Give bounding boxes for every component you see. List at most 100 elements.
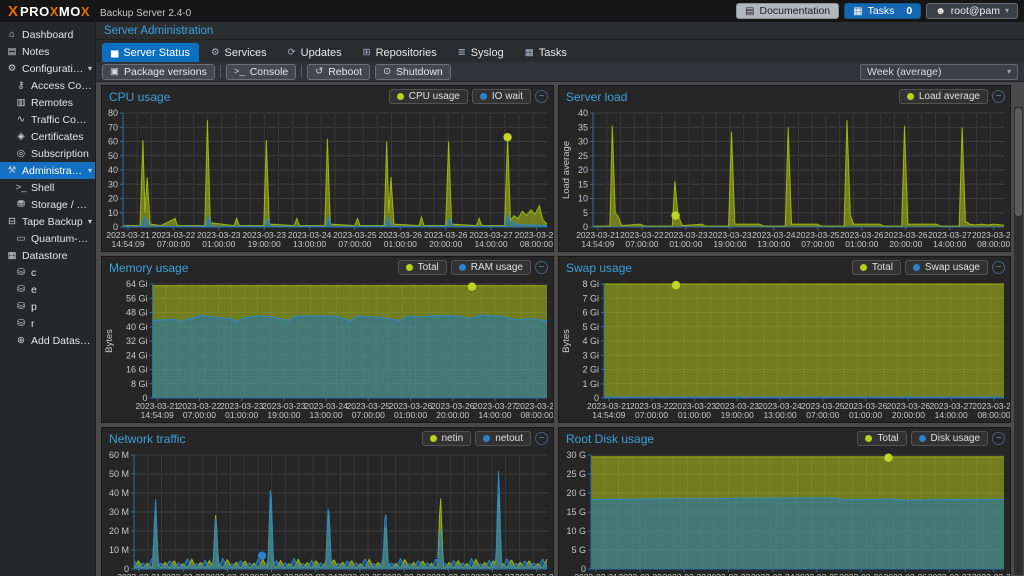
collapse-panel-icon[interactable]: − — [535, 90, 548, 103]
documentation-button[interactable]: ▤ Documentation — [736, 3, 839, 19]
tab-tasks[interactable]: ▦Tasks — [516, 43, 576, 62]
collapse-panel-icon[interactable]: − — [535, 432, 548, 445]
svg-text:2023-03-23: 2023-03-23 — [663, 572, 707, 576]
vertical-scrollbar[interactable] — [1014, 107, 1023, 575]
svg-text:2023-03-26: 2023-03-26 — [839, 572, 883, 576]
sidebar-item-label: Notes — [22, 46, 49, 58]
svg-text:5 G: 5 G — [571, 545, 586, 555]
proxmox-logo: X PROXMOX Backup Server 2.4-0 — [8, 4, 191, 19]
svg-text:13:00:00: 13:00:00 — [763, 410, 796, 420]
svg-text:10: 10 — [578, 194, 588, 204]
legend-disk-usage[interactable]: Disk usage — [911, 431, 988, 446]
legend-label: RAM usage — [471, 262, 523, 273]
sidebar-item-c[interactable]: ⛁c — [0, 264, 95, 281]
svg-text:64 Gi: 64 Gi — [126, 279, 148, 289]
sidebar: ⌂Dashboard ▤ Notes ⚙Configuration▾⚷Access C… — [0, 22, 96, 576]
svg-text:10: 10 — [108, 208, 118, 218]
svg-text:2023-03-23: 2023-03-23 — [206, 572, 250, 576]
collapse-panel-icon[interactable]: − — [992, 432, 1005, 445]
svg-text:16 Gi: 16 Gi — [126, 365, 148, 375]
logo-letter: X — [81, 4, 90, 19]
sidebar-item-storage-disks[interactable]: ⛃Storage / Disks — [0, 196, 95, 213]
sidebar-item-access-control[interactable]: ⚷Access Control — [0, 77, 95, 94]
legend-netout[interactable]: netout — [475, 431, 531, 446]
proxmox-wordmark: PROXMOX — [20, 4, 90, 19]
svg-text:60 M: 60 M — [109, 450, 129, 460]
user-icon: ☻ — [935, 6, 946, 17]
svg-text:19:00:00: 19:00:00 — [248, 239, 281, 249]
package-versions-button[interactable]: ▣Package versions — [102, 64, 215, 80]
sidebar-item-tape-backup[interactable]: ⊟Tape Backup▾ — [0, 213, 95, 230]
console-button[interactable]: >_Console — [226, 64, 296, 80]
sidebar-item-remotes[interactable]: ▥Remotes — [0, 94, 95, 111]
legend-label: Total — [418, 262, 439, 273]
svg-text:19:00:00: 19:00:00 — [721, 410, 754, 420]
legend-netin[interactable]: netin — [422, 431, 472, 446]
svg-text:8 Gi: 8 Gi — [582, 279, 599, 289]
sidebar-item-traffic-control[interactable]: ∿Traffic Control — [0, 111, 95, 128]
svg-text:14:00:00: 14:00:00 — [935, 410, 968, 420]
legend-io-wait[interactable]: IO wait — [472, 89, 531, 104]
svg-text:60: 60 — [108, 137, 118, 147]
button-label: Reboot — [328, 66, 362, 78]
tab-updates[interactable]: ⟳Updates — [279, 43, 351, 62]
collapse-panel-icon[interactable]: − — [535, 261, 548, 274]
legend-dot-icon — [483, 435, 490, 442]
chart-server-load: 05101520253035402023-03-2114:54:092023-0… — [559, 107, 1010, 250]
legend-label: netout — [495, 433, 523, 444]
sidebar-item-administration[interactable]: ⚒Administration▾ — [0, 162, 95, 179]
scrollbar-thumb[interactable] — [1015, 108, 1022, 216]
legend-total[interactable]: Total — [398, 260, 447, 275]
legend-total[interactable]: Total — [857, 431, 906, 446]
sidebar-item-certificates[interactable]: ◈Certificates — [0, 128, 95, 145]
tab-repositories[interactable]: ⊞Repositories — [354, 43, 446, 62]
legend-swap-usage[interactable]: Swap usage — [905, 260, 988, 275]
tab-server-status[interactable]: ▅Server Status — [102, 43, 199, 62]
expand-caret-icon[interactable]: ▾ — [88, 166, 92, 175]
collapse-panel-icon[interactable]: − — [992, 261, 1005, 274]
expand-caret-icon[interactable]: ▾ — [88, 64, 92, 73]
sidebar-item-label: Add Datastore — [31, 335, 92, 347]
svg-text:30 M: 30 M — [109, 507, 129, 517]
user-menu-button[interactable]: ☻ root@pam ▾ — [926, 3, 1018, 19]
page-header: Server Administration — [96, 22, 1024, 40]
sidebar-item-notes[interactable]: ▤ Notes — [0, 43, 95, 60]
tape-icon: ⊟ — [6, 216, 18, 227]
sidebar-item-subscription[interactable]: ◎Subscription — [0, 145, 95, 162]
legend-total[interactable]: Total — [852, 260, 901, 275]
svg-text:30: 30 — [108, 179, 118, 189]
legend-load-average[interactable]: Load average — [899, 89, 988, 104]
sidebar-item-quantum-lto8[interactable]: ▭Quantum-LTO8 — [0, 230, 95, 247]
collapse-panel-icon[interactable]: − — [992, 90, 1005, 103]
panel-cpu-usage: CPU usageCPU usageIO wait−01020304050607… — [101, 85, 554, 252]
tab-syslog[interactable]: ≣Syslog — [449, 43, 513, 62]
svg-text:2023-03-28: 2023-03-28 — [972, 572, 1010, 576]
tab-services[interactable]: ⚙Services — [202, 43, 276, 62]
sidebar-item-dashboard[interactable]: ⌂Dashboard — [0, 26, 95, 43]
shutdown-button[interactable]: ⊙Shutdown — [375, 64, 451, 80]
time-range-select[interactable]: Week (average)▾ — [860, 64, 1018, 80]
svg-text:2023-03-25: 2023-03-25 — [338, 572, 382, 576]
tasks-button[interactable]: ▦ Tasks 0 — [844, 3, 921, 19]
sidebar-item-p[interactable]: ⛁p — [0, 298, 95, 315]
svg-text:2023-03-21: 2023-03-21 — [574, 572, 618, 576]
sidebar-item-r[interactable]: ⛁r — [0, 315, 95, 332]
svg-text:70: 70 — [108, 122, 118, 132]
svg-text:3 Gi: 3 Gi — [582, 350, 599, 360]
expand-caret-icon[interactable]: ▾ — [88, 217, 92, 226]
sidebar-item-e[interactable]: ⛁e — [0, 281, 95, 298]
sidebar-item-datastore[interactable]: ▦Datastore — [0, 247, 95, 264]
svg-text:14:54:09: 14:54:09 — [141, 410, 174, 420]
legend-ram-usage[interactable]: RAM usage — [451, 260, 531, 275]
chevron-down-icon: ▾ — [1007, 68, 1011, 76]
legend-cpu-usage[interactable]: CPU usage — [389, 89, 468, 104]
legend-dot-icon — [480, 93, 487, 100]
svg-text:5: 5 — [583, 208, 588, 218]
svg-text:08:00:00: 08:00:00 — [521, 410, 553, 420]
reboot-button[interactable]: ↺Reboot — [307, 64, 370, 80]
notes-icon: ▤ — [6, 46, 18, 57]
svg-text:20:00:00: 20:00:00 — [892, 410, 925, 420]
sidebar-item-shell[interactable]: >_Shell — [0, 179, 95, 196]
sidebar-item-add-datastore[interactable]: ⊕Add Datastore — [0, 332, 95, 349]
sidebar-item-configuration[interactable]: ⚙Configuration▾ — [0, 60, 95, 77]
